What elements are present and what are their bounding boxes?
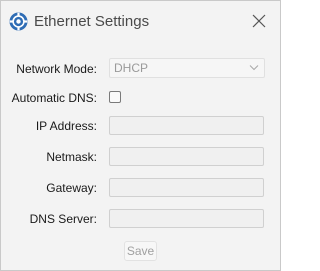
- close-icon: [252, 14, 266, 28]
- automatic-dns-label: Automatic DNS:: [11, 91, 97, 105]
- netmask-label: Netmask:: [46, 150, 97, 164]
- close-button[interactable]: [241, 7, 277, 35]
- network-mode-select[interactable]: DHCP: [109, 58, 265, 78]
- dns-server-label: DNS Server:: [29, 212, 97, 226]
- ethernet-settings-dialog: Ethernet Settings Network Mode: DHCP Aut…: [0, 0, 281, 271]
- save-button[interactable]: Save: [124, 241, 157, 261]
- network-mode-label: Network Mode:: [16, 62, 97, 76]
- window-title: Ethernet Settings: [34, 13, 150, 30]
- network-mode-value: DHCP: [114, 61, 149, 75]
- title-bar[interactable]: Ethernet Settings: [1, 1, 280, 41]
- chevron-down-icon: [249, 65, 259, 71]
- gateway-label: Gateway:: [46, 181, 97, 195]
- automatic-dns-checkbox[interactable]: [109, 91, 121, 103]
- ip-address-field[interactable]: [109, 116, 264, 135]
- netmask-field[interactable]: [109, 147, 264, 166]
- gear-network-icon: [9, 12, 28, 31]
- gateway-field[interactable]: [109, 178, 264, 197]
- dns-server-field[interactable]: [109, 209, 264, 228]
- ip-address-label: IP Address:: [35, 119, 97, 133]
